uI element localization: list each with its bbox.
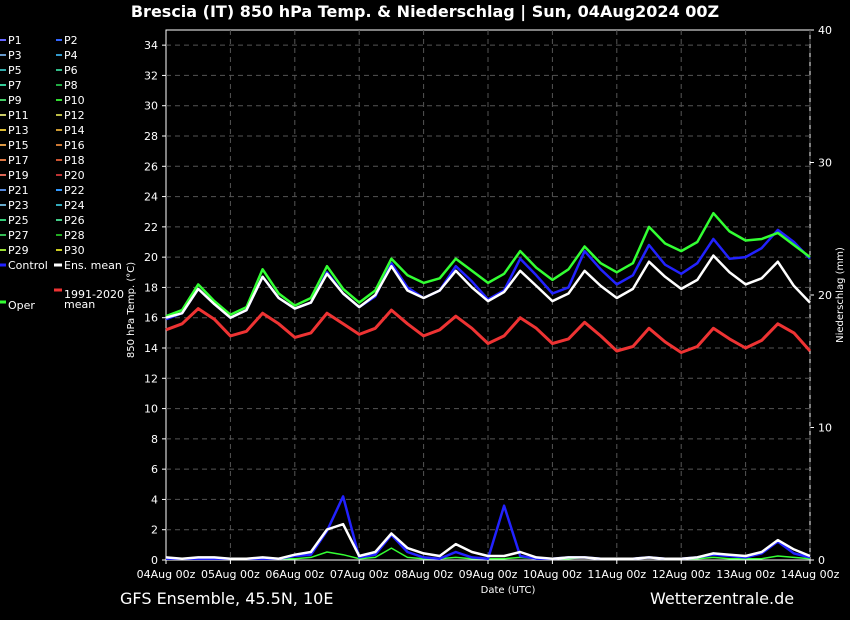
legend-item-p29: P29 xyxy=(8,244,29,257)
legend-item-p19: P19 xyxy=(8,169,29,182)
x-tick-label: 07Aug 00z xyxy=(330,568,389,581)
y-tick-label: 26 xyxy=(144,160,158,173)
legend-item-p24: P24 xyxy=(64,199,85,212)
chart: 0246810121416182022242628303234010203040… xyxy=(0,24,846,596)
legend-item-p4: P4 xyxy=(64,49,78,62)
legend-item-p9: P9 xyxy=(8,94,22,107)
footer-website: Wetterzentrale.de xyxy=(650,589,795,608)
legend-item-p21: P21 xyxy=(8,184,29,197)
legend-item-climate-mean: mean xyxy=(64,298,95,311)
legend-item-p25: P25 xyxy=(8,214,29,227)
legend-item-p10: P10 xyxy=(64,94,85,107)
y-tick-label: 20 xyxy=(144,251,158,264)
footer-source: GFS Ensemble, 45.5N, 10E xyxy=(120,589,334,608)
x-axis-label: Date (UTC) xyxy=(481,585,536,596)
y2-tick-label: 10 xyxy=(818,422,832,435)
legend-item-p5: P5 xyxy=(8,64,22,77)
legend-item-p20: P20 xyxy=(64,169,85,182)
y2-axis-label: Niederschlag (mm) xyxy=(835,247,846,343)
legend-item-p27: P27 xyxy=(8,229,29,242)
y-tick-label: 24 xyxy=(144,191,158,204)
legend-item-ens-mean: Ens. mean xyxy=(64,259,122,272)
y-tick-label: 28 xyxy=(144,130,158,143)
y-tick-label: 12 xyxy=(144,372,158,385)
y-tick-label: 22 xyxy=(144,221,158,234)
legend-item-p6: P6 xyxy=(64,64,78,77)
y-tick-label: 16 xyxy=(144,312,158,325)
legend-item-p8: P8 xyxy=(64,79,78,92)
y-tick-label: 0 xyxy=(151,554,158,567)
y-tick-label: 30 xyxy=(144,100,158,113)
y2-tick-label: 20 xyxy=(818,289,832,302)
legend-item-p17: P17 xyxy=(8,154,29,167)
legend-item-p3: P3 xyxy=(8,49,22,62)
legend-item-oper: Oper xyxy=(8,299,35,312)
y-tick-label: 6 xyxy=(151,463,158,476)
y2-tick-label: 40 xyxy=(818,24,832,37)
x-tick-label: 06Aug 00z xyxy=(265,568,324,581)
y-tick-label: 18 xyxy=(144,281,158,294)
y-tick-label: 4 xyxy=(151,493,158,506)
y-tick-label: 8 xyxy=(151,433,158,446)
x-tick-label: 14Aug 00z xyxy=(781,568,840,581)
y2-tick-label: 0 xyxy=(818,554,825,567)
legend-item-p18: P18 xyxy=(64,154,85,167)
legend-item-p7: P7 xyxy=(8,79,22,92)
x-tick-label: 05Aug 00z xyxy=(201,568,260,581)
y-axis-label: 850 hPa Temp. (°C) xyxy=(126,262,137,358)
y-tick-label: 14 xyxy=(144,342,158,355)
legend-item-p14: P14 xyxy=(64,124,85,137)
legend-item-p26: P26 xyxy=(64,214,85,227)
x-tick-label: 10Aug 00z xyxy=(523,568,582,581)
legend-item-p23: P23 xyxy=(8,199,29,212)
x-tick-label: 13Aug 00z xyxy=(716,568,775,581)
y-tick-label: 2 xyxy=(151,524,158,537)
legend-item-p12: P12 xyxy=(64,109,85,122)
legend-item-p13: P13 xyxy=(8,124,29,137)
legend-item-p28: P28 xyxy=(64,229,85,242)
legend-item-p1: P1 xyxy=(8,34,22,47)
legend-item-p11: P11 xyxy=(8,109,29,122)
x-tick-label: 11Aug 00z xyxy=(587,568,646,581)
legend-item-p16: P16 xyxy=(64,139,85,152)
x-tick-label: 12Aug 00z xyxy=(652,568,711,581)
legend-item-p22: P22 xyxy=(64,184,85,197)
legend-item-p15: P15 xyxy=(8,139,29,152)
legend-item-p2: P2 xyxy=(64,34,78,47)
y2-tick-label: 30 xyxy=(818,157,832,170)
y-tick-label: 34 xyxy=(144,39,158,52)
y-tick-label: 10 xyxy=(144,403,158,416)
y-tick-label: 32 xyxy=(144,69,158,82)
legend-item-control: Control xyxy=(8,259,48,272)
legend-item-p30: P30 xyxy=(64,244,85,257)
x-tick-label: 09Aug 00z xyxy=(459,568,518,581)
x-tick-label: 08Aug 00z xyxy=(394,568,453,581)
x-tick-label: 04Aug 00z xyxy=(137,568,196,581)
